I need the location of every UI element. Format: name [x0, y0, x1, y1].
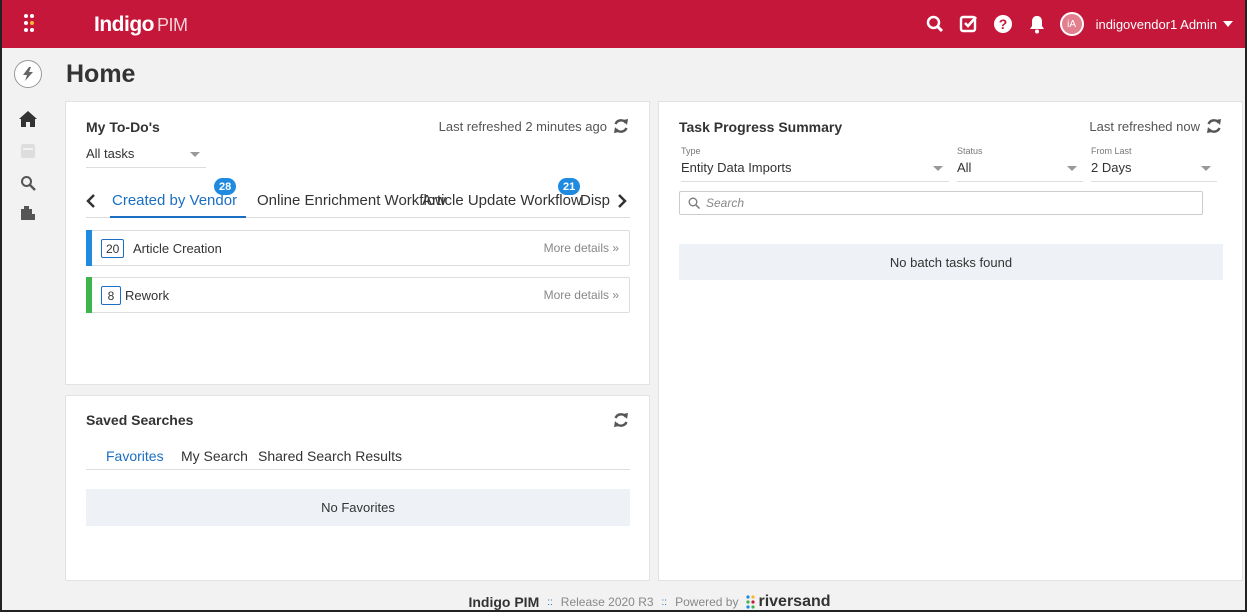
riversand-logo: riversand [746, 593, 831, 610]
task-status-stripe [86, 277, 92, 313]
user-menu[interactable]: indigovendor1 Admin [1096, 17, 1233, 32]
search-icon[interactable] [924, 13, 946, 35]
help-icon[interactable]: ? [992, 13, 1014, 35]
user-avatar[interactable]: iA [1059, 12, 1084, 36]
tab-article-update-workflow[interactable]: Article Update Workflow [422, 192, 582, 209]
type-select[interactable]: Entity Data Imports [681, 160, 949, 182]
saved-searches-title: Saved Searches [86, 412, 194, 428]
refresh-icon[interactable] [1206, 118, 1222, 134]
task-row[interactable]: 8 Rework More details » [86, 277, 630, 313]
footer-powered-by: Powered by [675, 595, 739, 609]
notifications-bell-icon[interactable] [1026, 13, 1048, 35]
app-logo[interactable]: Indigo PIM [94, 13, 188, 37]
task-count: 8 [101, 286, 121, 305]
riversand-wordmark: riversand [758, 593, 831, 610]
todo-card: My To-Do's Last refreshed 2 minutes ago … [65, 101, 650, 385]
task-count: 20 [101, 239, 125, 258]
saved-searches-card: Saved Searches Favorites My Search Share… [65, 395, 650, 581]
chevron-down-icon [1223, 20, 1233, 27]
tab-disp[interactable]: Disp [580, 192, 610, 209]
page-title: Home [66, 60, 136, 88]
refresh-icon[interactable] [613, 118, 629, 134]
entity-manage-icon[interactable] [15, 200, 41, 226]
todo-tabs: Created by Vendor 28 Online Enrichment W… [86, 178, 630, 218]
app-menu-icon[interactable] [12, 6, 46, 42]
tab-shared-search-results[interactable]: Shared Search Results [258, 448, 402, 464]
app-frame: Indigo PIM ? iA indigovendor1 Admin Home… [0, 0, 1247, 612]
quick-actions-icon[interactable] [14, 60, 42, 88]
todo-title: My To-Do's [86, 119, 160, 135]
empty-state: No Favorites [86, 489, 630, 526]
footer-product: Indigo PIM [468, 594, 540, 610]
dashboard-icon[interactable] [15, 138, 41, 164]
chevron-left-icon[interactable] [86, 194, 96, 208]
task-name: Rework [125, 288, 170, 303]
left-rail [2, 48, 54, 610]
active-tab-indicator [110, 216, 246, 218]
tab-my-search[interactable]: My Search [181, 448, 248, 464]
footer-separator: :: [547, 596, 553, 608]
task-progress-title: Task Progress Summary [679, 119, 843, 135]
tab-count-badge: 28 [214, 178, 237, 195]
task-filter-select[interactable]: All tasks [86, 146, 206, 168]
user-name: indigovendor1 Admin [1095, 16, 1217, 32]
refresh-icon[interactable] [613, 412, 629, 428]
home-icon[interactable] [15, 106, 41, 132]
task-row[interactable]: 20 Article Creation More details » [86, 230, 630, 266]
saved-search-tabs: Favorites My Search Shared Search Result… [86, 436, 630, 470]
more-details-link[interactable]: More details » [544, 288, 619, 302]
more-details-link[interactable]: More details » [544, 241, 619, 255]
status-select[interactable]: All [957, 160, 1083, 182]
empty-state: No batch tasks found [679, 244, 1223, 280]
todo-last-refreshed: Last refreshed 2 minutes ago [438, 118, 607, 134]
search-rail-icon[interactable] [15, 170, 41, 196]
tasks-check-icon[interactable] [958, 13, 980, 35]
search-placeholder: Search [706, 196, 745, 210]
task-search-input[interactable]: Search [679, 191, 1203, 215]
tab-favorites[interactable]: Favorites [106, 448, 164, 464]
footer: Indigo PIM :: Release 2020 R3 :: Powered… [54, 592, 1245, 610]
top-bar: Indigo PIM ? iA indigovendor1 Admin [2, 0, 1245, 48]
search-icon [688, 197, 700, 209]
task-progress-last-refreshed: Last refreshed now [1089, 118, 1200, 134]
task-progress-card: Task Progress Summary Last refreshed now… [658, 101, 1243, 581]
from-last-select[interactable]: 2 Days [1091, 160, 1217, 182]
tab-created-by-vendor[interactable]: Created by Vendor [112, 192, 237, 209]
chevron-right-icon[interactable] [617, 194, 627, 208]
riversand-logo-icon [746, 595, 756, 609]
svg-text:?: ? [998, 16, 1007, 32]
status-label: Status [957, 146, 983, 156]
from-last-label: From Last [1091, 146, 1132, 156]
footer-separator: :: [661, 596, 668, 608]
tab-online-enrichment-workflow[interactable]: Online Enrichment Workflow [257, 192, 446, 209]
type-label: Type [681, 146, 701, 156]
tab-count-badge: 21 [558, 178, 581, 195]
task-name: Article Creation [133, 241, 222, 256]
footer-release: Release 2020 R3 [560, 595, 654, 609]
task-status-stripe [86, 230, 92, 266]
